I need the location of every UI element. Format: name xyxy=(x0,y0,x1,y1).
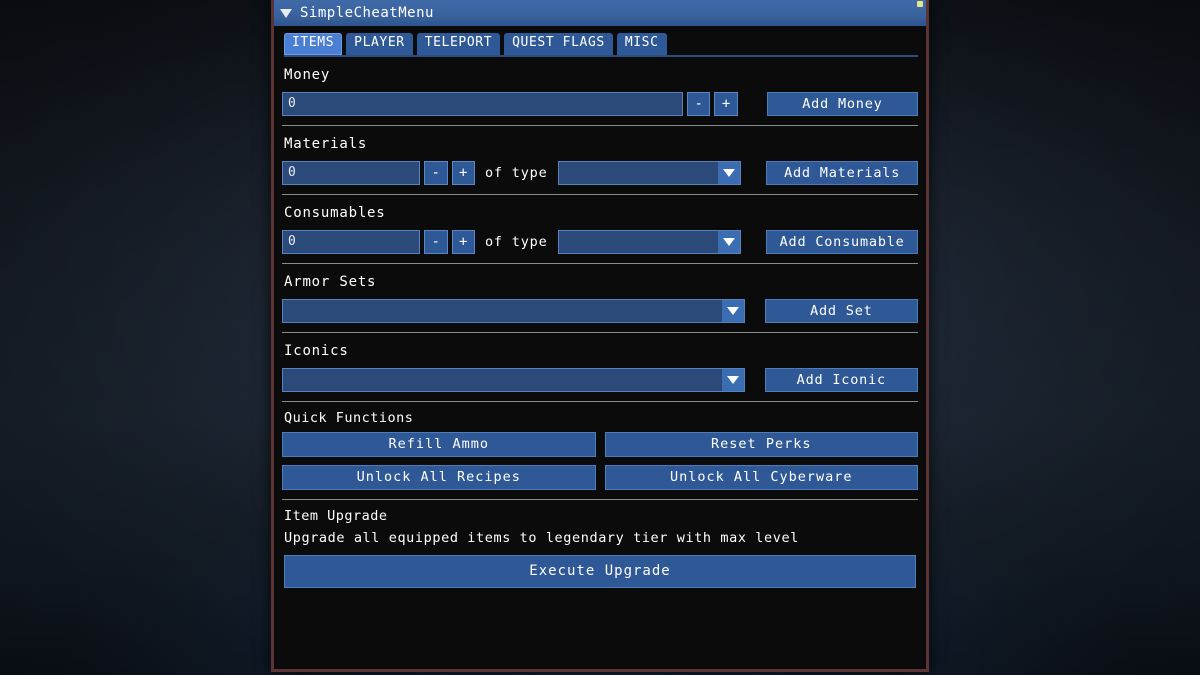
money-row: - + Add Money xyxy=(282,91,918,116)
refill-ammo-button[interactable]: Refill Ammo xyxy=(282,431,596,457)
armor-set-dropdown[interactable] xyxy=(282,298,745,323)
quick-functions-grid: Refill Ammo Reset Perks Unlock All Recip… xyxy=(282,431,918,490)
section-quick-functions: Quick Functions Refill Ammo Reset Perks … xyxy=(274,402,926,499)
add-materials-button[interactable]: Add Materials xyxy=(766,160,918,185)
add-iconic-button[interactable]: Add Iconic xyxy=(764,367,918,392)
divider-after-materials xyxy=(282,193,918,195)
item-upgrade-description: Upgrade all equipped items to legendary … xyxy=(284,529,799,546)
materials-of-type-label: of type xyxy=(485,164,548,181)
unlock-all-cyberware-button[interactable]: Unlock All Cyberware xyxy=(604,464,918,490)
window-title: SimpleCheatMenu xyxy=(300,5,434,21)
section-iconics: Iconics Add Iconic xyxy=(274,333,926,401)
money-label: Money xyxy=(284,66,331,83)
execute-upgrade-button[interactable]: Execute Upgrade xyxy=(284,554,916,588)
chevron-down-icon[interactable] xyxy=(721,299,744,322)
materials-decrement-button[interactable]: - xyxy=(424,160,448,185)
tab-bar: ITEMS PLAYER TELEPORT QUEST FLAGS MISC xyxy=(274,26,926,55)
chevron-down-icon[interactable] xyxy=(718,161,741,184)
armor-sets-row: Add Set xyxy=(282,298,918,323)
add-money-button[interactable]: Add Money xyxy=(766,91,918,116)
tab-quest-flags[interactable]: QUEST FLAGS xyxy=(504,33,613,55)
add-set-button[interactable]: Add Set xyxy=(764,298,918,323)
divider-after-consumables xyxy=(282,262,918,264)
consumables-decrement-button[interactable]: - xyxy=(424,229,448,254)
section-item-upgrade: Item Upgrade Upgrade all equipped items … xyxy=(274,500,926,597)
resize-handle[interactable] xyxy=(917,1,923,7)
materials-increment-button[interactable]: + xyxy=(451,160,475,185)
divider-after-iconics xyxy=(282,400,918,402)
iconic-dropdown[interactable] xyxy=(282,367,745,392)
armor-sets-label: Armor Sets xyxy=(284,273,377,290)
consumables-row: - + of type Add Consumable xyxy=(282,229,918,254)
tab-teleport[interactable]: TELEPORT xyxy=(416,33,501,55)
cheat-menu-window: SimpleCheatMenu ITEMS PLAYER TELEPORT QU… xyxy=(271,0,929,672)
window-body: ITEMS PLAYER TELEPORT QUEST FLAGS MISC M… xyxy=(274,26,926,669)
money-decrement-button[interactable]: - xyxy=(687,91,711,116)
consumables-amount-input[interactable] xyxy=(282,229,420,254)
materials-row: - + of type Add Materials xyxy=(282,160,918,185)
tab-items[interactable]: ITEMS xyxy=(284,33,343,55)
materials-amount-input[interactable] xyxy=(282,160,420,185)
chevron-down-icon[interactable] xyxy=(718,230,741,253)
consumables-label: Consumables xyxy=(284,204,386,221)
money-amount-input[interactable] xyxy=(282,91,684,116)
tab-misc[interactable]: MISC xyxy=(616,33,667,55)
tab-player[interactable]: PLAYER xyxy=(346,33,413,55)
window-title-bar[interactable]: SimpleCheatMenu xyxy=(274,0,926,26)
reset-perks-button[interactable]: Reset Perks xyxy=(604,431,918,457)
materials-type-dropdown[interactable] xyxy=(557,160,742,185)
section-money: Money - + Add Money xyxy=(274,57,926,125)
consumables-of-type-label: of type xyxy=(485,233,548,250)
iconics-label: Iconics xyxy=(284,342,349,359)
section-materials: Materials - + of type Add Materials xyxy=(274,126,926,194)
chevron-down-icon[interactable] xyxy=(721,368,744,391)
consumables-type-dropdown[interactable] xyxy=(557,229,742,254)
section-armor-sets: Armor Sets Add Set xyxy=(274,264,926,332)
money-increment-button[interactable]: + xyxy=(714,91,738,116)
section-consumables: Consumables - + of type Add Consumable xyxy=(274,195,926,263)
divider-after-armor-sets xyxy=(282,331,918,333)
iconics-row: Add Iconic xyxy=(282,367,918,392)
consumables-increment-button[interactable]: + xyxy=(451,229,475,254)
quick-functions-label: Quick Functions xyxy=(284,409,414,426)
add-consumable-button[interactable]: Add Consumable xyxy=(766,229,918,254)
divider-after-quick-functions xyxy=(282,498,918,500)
triangle-down-icon[interactable] xyxy=(280,9,292,18)
unlock-all-recipes-button[interactable]: Unlock All Recipes xyxy=(282,464,596,490)
divider-after-money xyxy=(282,124,918,126)
item-upgrade-label: Item Upgrade xyxy=(284,507,388,524)
materials-label: Materials xyxy=(284,135,368,152)
